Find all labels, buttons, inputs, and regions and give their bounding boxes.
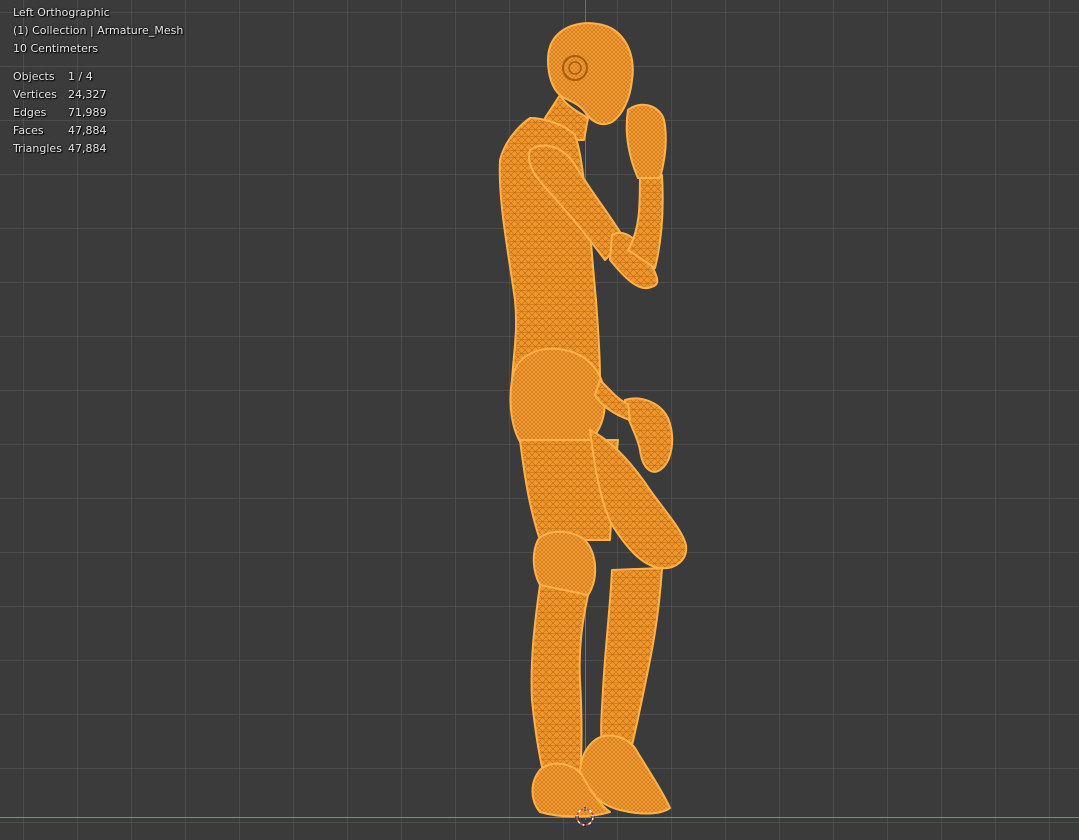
3d-cursor-icon[interactable] [574, 806, 596, 828]
3d-viewport[interactable]: Left Orthographic (1) Collection | Armat… [0, 0, 1079, 840]
stat-row-triangles: Triangles 47,884 [13, 140, 183, 158]
view-name: Left Orthographic [13, 6, 110, 19]
stat-label: Objects [13, 70, 55, 83]
mesh-lower-hand [624, 397, 674, 473]
stat-value: 47,884 [68, 124, 107, 137]
stat-value: 1 / 4 [68, 70, 93, 83]
stat-label: Triangles [13, 142, 62, 155]
stat-row-edges: Edges 71,989 [13, 104, 183, 122]
stat-row-vertices: Vertices 24,327 [13, 86, 183, 104]
stat-row-faces: Faces 47,884 [13, 122, 183, 140]
stat-value: 24,327 [68, 88, 107, 101]
stat-value: 71,989 [68, 106, 107, 119]
collection-line: (1) Collection | Armature_Mesh [13, 24, 184, 37]
grid-scale-line: 10 Centimeters [13, 42, 99, 55]
viewport-info-overlay: Left Orthographic (1) Collection | Armat… [13, 4, 183, 158]
stat-row-objects: Objects 1 / 4 [13, 68, 183, 86]
mesh-forearm-up [627, 174, 664, 269]
mesh-shin-front [600, 567, 663, 746]
stat-value: 47,884 [68, 142, 107, 155]
mesh-shin-back [530, 584, 589, 781]
stat-label: Edges [13, 106, 47, 119]
mesh-hand-face [625, 103, 667, 179]
stat-label: Faces [13, 124, 44, 137]
statistics-overlay: Objects 1 / 4 Vertices 24,327 Edges 71,9… [13, 68, 183, 158]
stat-label: Vertices [13, 88, 57, 101]
